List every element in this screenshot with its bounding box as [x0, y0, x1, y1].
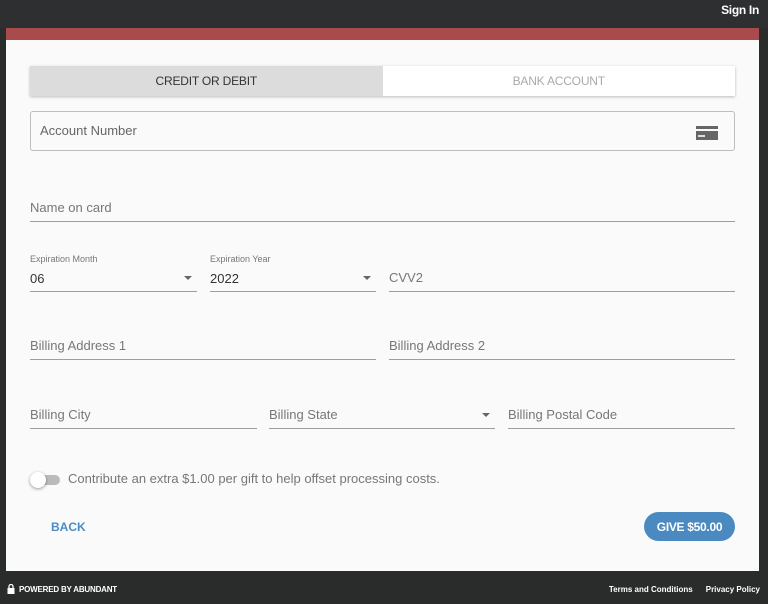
cvv2-field[interactable]: CVV2: [389, 264, 735, 292]
tab-credit-or-debit[interactable]: CREDIT OR DEBIT: [30, 66, 383, 96]
expiration-month-value: 06: [30, 271, 45, 286]
expiration-year-value: 2022: [210, 271, 239, 286]
name-on-card-placeholder: Name on card: [30, 200, 112, 215]
billing-address-2-field[interactable]: Billing Address 2: [389, 332, 735, 360]
account-number-field[interactable]: Account Number: [30, 111, 735, 151]
payment-method-tabs: CREDIT OR DEBIT BANK ACCOUNT: [30, 66, 735, 96]
chevron-down-icon: [482, 413, 490, 417]
name-on-card-field[interactable]: Name on card: [30, 194, 735, 222]
billing-city-placeholder: Billing City: [30, 407, 91, 422]
billing-address-1-placeholder: Billing Address 1: [30, 338, 127, 353]
billing-state-placeholder: Billing State: [269, 407, 338, 422]
billing-city-field[interactable]: Billing City: [30, 401, 257, 429]
footer-links: Terms and Conditions Privacy Policy: [609, 585, 760, 594]
billing-state-select[interactable]: Billing State: [269, 401, 495, 429]
toggle-knob: [30, 472, 46, 488]
powered-by-text: POWERED BY ABUNDANT: [19, 584, 117, 594]
sign-in-link[interactable]: Sign In: [721, 3, 759, 17]
billing-address-2-placeholder: Billing Address 2: [389, 338, 486, 353]
lock-icon: [7, 584, 15, 594]
powered-by: POWERED BY ABUNDANT: [7, 584, 117, 594]
processing-fee-label: Contribute an extra $1.00 per gift to he…: [68, 471, 440, 486]
terms-link[interactable]: Terms and Conditions: [609, 585, 693, 594]
billing-address-1-field[interactable]: Billing Address 1: [30, 332, 376, 360]
accent-bar: [6, 28, 759, 40]
expiration-month-select[interactable]: Expiration Month 06: [30, 254, 197, 292]
cvv2-placeholder: CVV2: [389, 270, 423, 285]
billing-postal-code-placeholder: Billing Postal Code: [508, 407, 618, 422]
tab-bank-account[interactable]: BANK ACCOUNT: [382, 66, 735, 96]
expiration-month-label: Expiration Month: [30, 254, 98, 264]
back-button[interactable]: BACK: [51, 520, 86, 534]
chevron-down-icon: [184, 276, 192, 280]
top-bar: Sign In: [0, 0, 768, 28]
expiration-year-select[interactable]: Expiration Year 2022: [210, 254, 376, 292]
give-button[interactable]: GIVE $50.00: [644, 512, 735, 541]
chevron-down-icon: [363, 276, 371, 280]
account-number-placeholder: Account Number: [40, 123, 137, 138]
credit-card-icon: [696, 126, 718, 140]
expiration-year-label: Expiration Year: [210, 254, 271, 264]
billing-postal-code-field[interactable]: Billing Postal Code: [508, 401, 735, 429]
privacy-link[interactable]: Privacy Policy: [706, 585, 760, 594]
payment-card: CREDIT OR DEBIT BANK ACCOUNT Account Num…: [6, 28, 759, 571]
processing-fee-toggle[interactable]: [30, 472, 60, 488]
